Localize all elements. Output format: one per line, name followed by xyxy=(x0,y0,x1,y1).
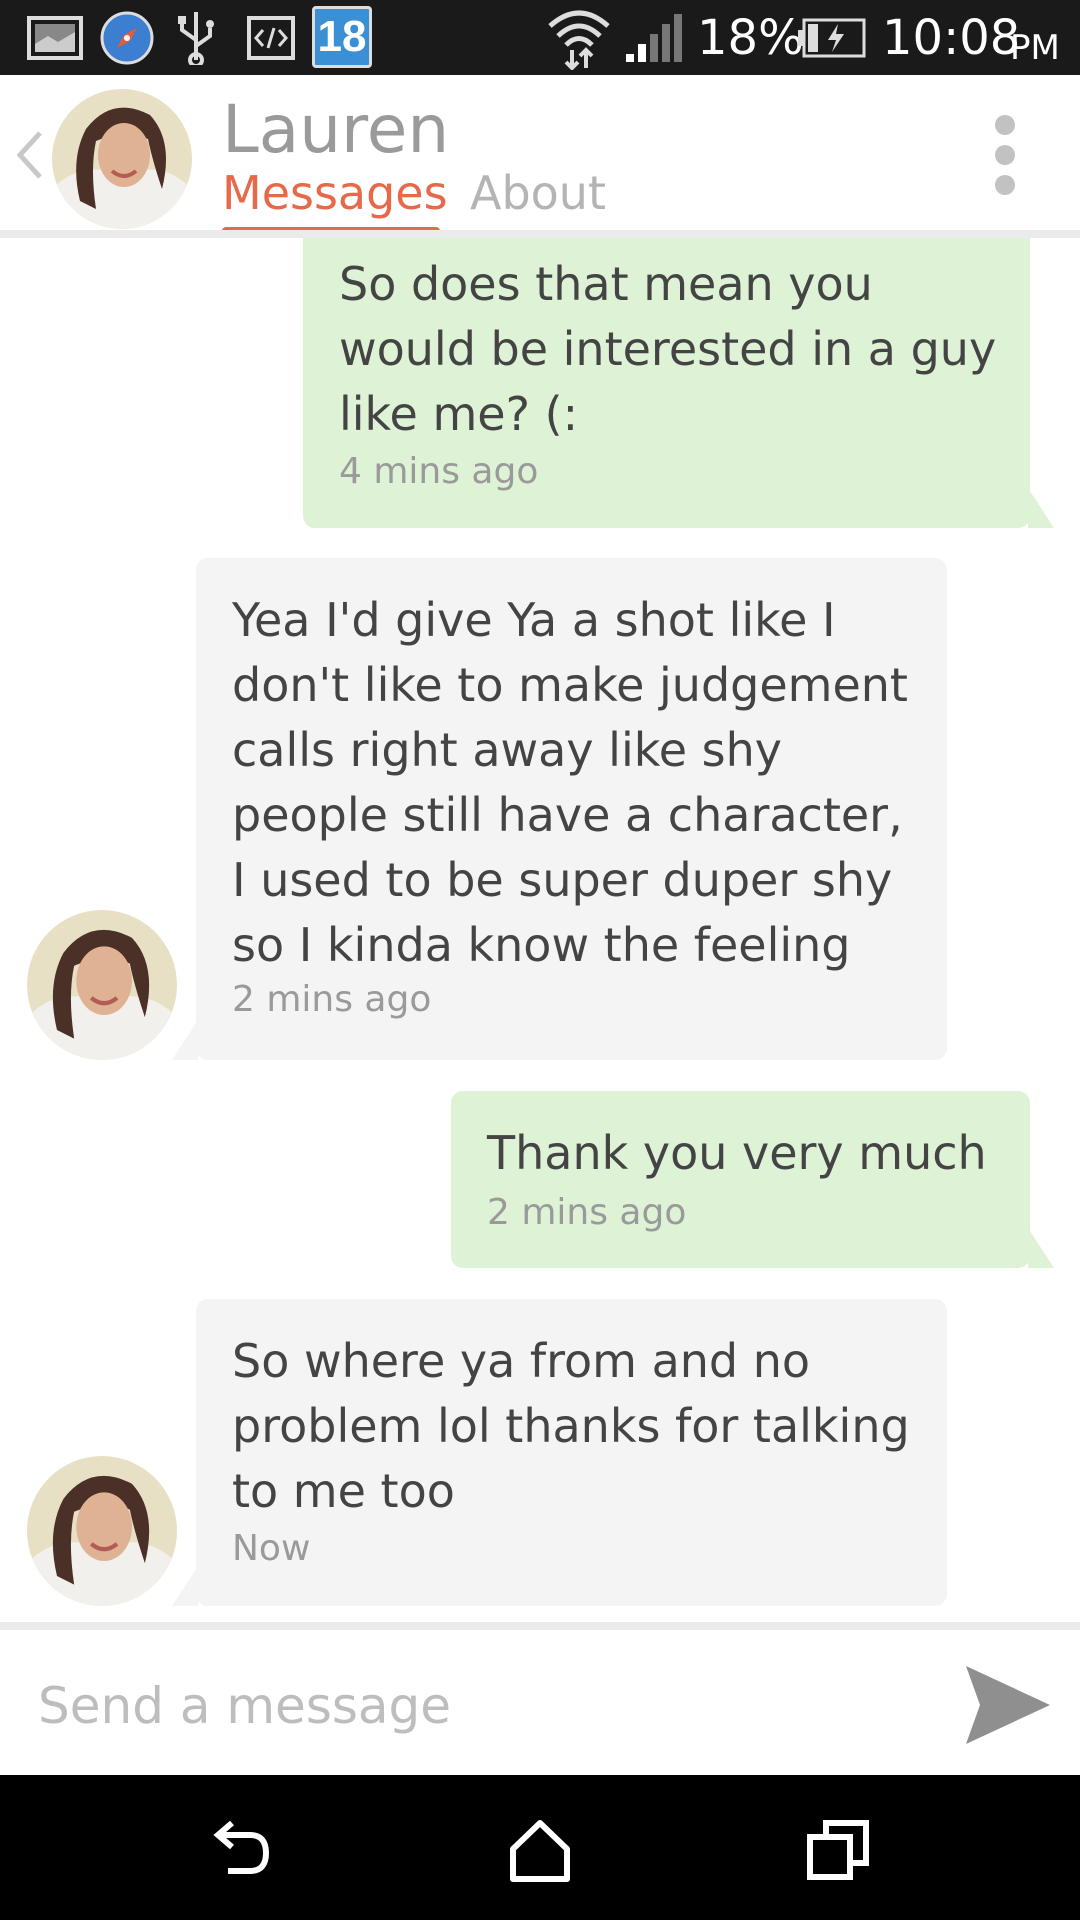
message-bubble-sent[interactable]: So does that mean you would be intereste… xyxy=(303,238,1030,528)
tab-messages[interactable]: Messages xyxy=(222,163,448,223)
send-icon[interactable] xyxy=(960,1660,1055,1750)
back-chevron-icon[interactable] xyxy=(10,125,50,185)
chat-header: Lauren Messages About xyxy=(0,75,1080,236)
home-icon[interactable] xyxy=(505,1815,575,1885)
chat-screen: 18 18% 10:08 PM Lauren Messages About So… xyxy=(0,0,1080,1920)
developer-icon xyxy=(247,16,295,60)
gallery-notification-icon xyxy=(27,16,83,60)
contact-name: Lauren xyxy=(222,91,450,168)
calendar-notification-icon: 18 xyxy=(312,6,372,68)
clock-ampm: PM xyxy=(1010,28,1060,68)
message-timestamp: 4 mins ago xyxy=(339,451,539,492)
message-text: Thank you very much xyxy=(487,1126,987,1180)
bubble-tail xyxy=(172,1566,198,1606)
usb-icon xyxy=(178,12,214,65)
wifi-icon xyxy=(548,10,610,70)
overflow-menu-icon[interactable] xyxy=(990,115,1020,197)
sender-avatar[interactable] xyxy=(27,1456,177,1606)
status-bar: 18 18% 10:08 PM xyxy=(0,0,1080,75)
message-timestamp: Now xyxy=(232,1528,311,1569)
profile-photo-icon xyxy=(27,1456,177,1606)
back-icon[interactable] xyxy=(206,1815,276,1885)
profile-photo-icon xyxy=(52,89,192,229)
calendar-date-text: 18 xyxy=(317,12,367,61)
message-timestamp: 2 mins ago xyxy=(232,979,432,1020)
clock-time: 10:08 xyxy=(882,10,1021,66)
recent-apps-icon[interactable] xyxy=(804,1815,874,1885)
message-bubble-received[interactable]: So where ya from and no problem lol than… xyxy=(196,1299,947,1606)
bubble-tail xyxy=(1028,488,1054,528)
composer-divider xyxy=(0,1622,1080,1630)
sender-avatar[interactable] xyxy=(27,910,177,1060)
battery-charging-icon xyxy=(798,18,866,58)
message-composer xyxy=(0,1630,1080,1775)
message-timestamp: 2 mins ago xyxy=(487,1192,687,1233)
tab-about[interactable]: About xyxy=(470,163,606,223)
message-bubble-sent[interactable]: Thank you very much 2 mins ago xyxy=(451,1091,1030,1268)
message-bubble-received[interactable]: Yea I'd give Ya a shot like I don't like… xyxy=(196,558,947,1060)
battery-percentage: 18% xyxy=(697,10,804,66)
bubble-tail xyxy=(1028,1228,1054,1268)
message-text: Yea I'd give Ya a shot like I don't like… xyxy=(232,593,908,972)
profile-photo-icon xyxy=(27,910,177,1060)
header-divider xyxy=(0,230,1080,238)
bubble-tail xyxy=(172,1020,198,1060)
message-text: So where ya from and no problem lol than… xyxy=(232,1334,910,1518)
message-input[interactable] xyxy=(36,1660,920,1752)
message-text: So does that mean you would be intereste… xyxy=(339,257,997,441)
navigation-bar xyxy=(0,1775,1080,1920)
signal-strength-icon xyxy=(626,14,682,62)
browser-notification-icon xyxy=(100,11,154,65)
contact-avatar[interactable] xyxy=(52,89,192,229)
